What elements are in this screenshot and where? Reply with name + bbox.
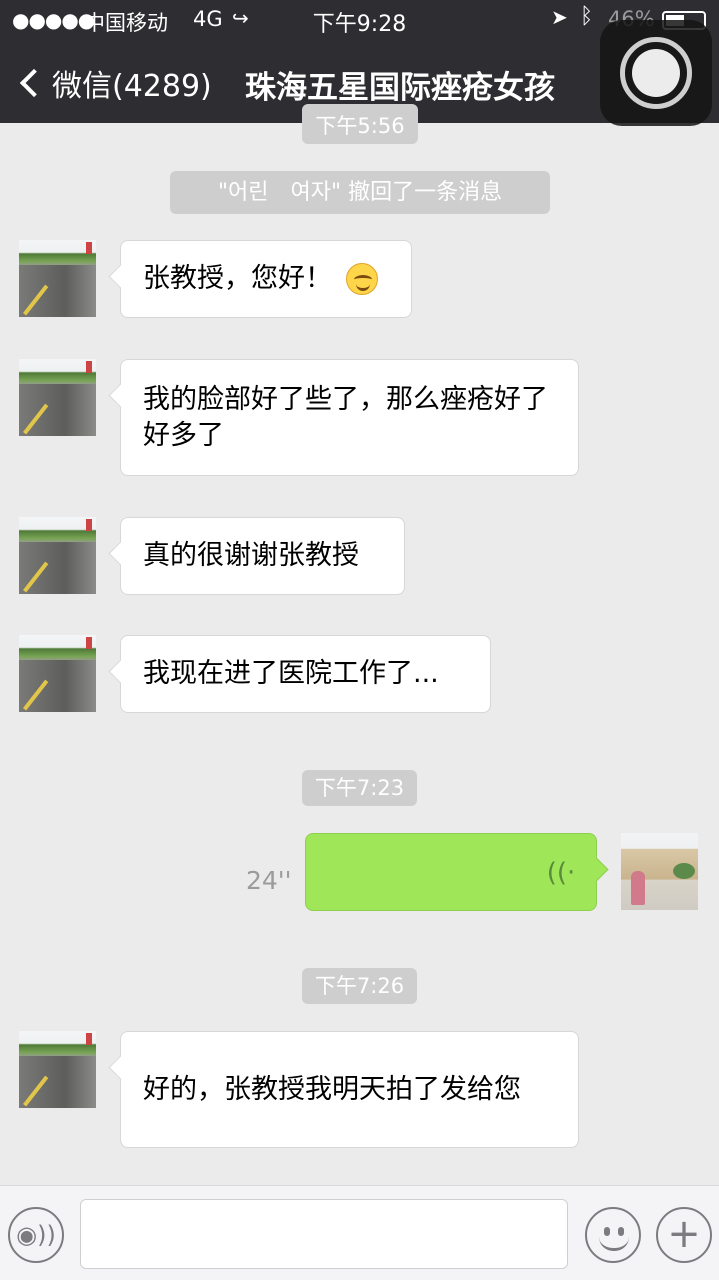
chevron-left-icon [19,68,49,98]
avatar[interactable] [19,240,96,317]
message-bubble[interactable]: 我现在进了医院工作了... [120,635,491,713]
voice-duration: 24'' [246,866,292,895]
recall-notice: "어린 여자" 撤回了一条消息 [170,171,550,214]
back-button[interactable]: 微信(4289) [16,58,212,108]
avatar[interactable] [19,517,96,594]
message-bubble[interactable]: 真的很谢谢张教授 [120,517,405,595]
back-label: 微信(4289) [52,69,212,104]
message-text: 真的很谢谢张教授 [143,540,359,571]
voice-message-bubble[interactable]: ((· [305,833,597,911]
avatar[interactable] [19,359,96,436]
smiley-emoji-icon [346,263,378,295]
chat-title: 珠海五星国际痤疮女孩 [245,70,555,106]
avatar[interactable] [19,635,96,712]
message-text: 好的，张教授我明天拍了发给您 [143,1073,521,1105]
message-bubble[interactable]: 我的脸部好了些了，那么痤疮好了好多了 [120,359,579,476]
more-options-button[interactable]: + [656,1207,712,1263]
timestamp: 下午7:23 [302,770,417,806]
input-bar: ◉)) + [0,1185,719,1280]
message-bubble[interactable]: 好的，张教授我明天拍了发给您 [120,1031,579,1148]
message-text: 张教授，您好！ [143,263,332,294]
avatar[interactable] [19,1031,96,1108]
emoji-button[interactable] [585,1207,641,1263]
assistive-touch-button[interactable] [600,20,712,126]
voice-wave-icon: ((· [546,858,576,888]
message-bubble[interactable]: 张教授，您好！ [120,240,412,318]
message-text: 我的脸部好了些了，那么痤疮好了好多了 [143,383,548,451]
location-arrow-icon: ➤ [551,5,568,29]
voice-input-toggle-button[interactable]: ◉)) [8,1207,64,1263]
timestamp: 下午5:56 [302,104,418,144]
voice-toggle-icon: ◉)) [16,1221,56,1249]
plus-icon: + [667,1211,701,1257]
message-text: 我现在进了医院工作了... [143,658,439,689]
message-input[interactable] [80,1199,568,1269]
bluetooth-icon: ᛒ [580,4,594,29]
assistive-touch-icon [620,37,692,109]
emoji-icon [599,1237,629,1251]
timestamp: 下午7:26 [302,968,417,1004]
my-avatar[interactable] [621,833,698,910]
